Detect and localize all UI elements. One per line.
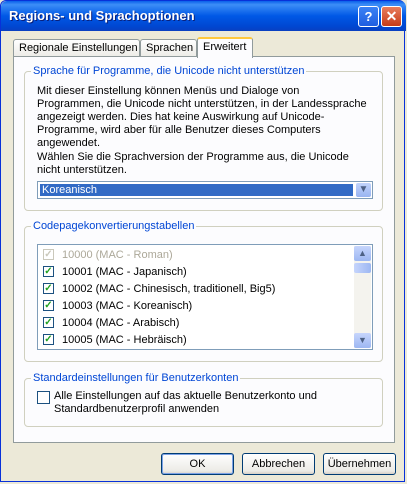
checkbox[interactable]: ✓ (43, 334, 54, 345)
list-scrollbar[interactable]: ▲ ▼ (354, 246, 371, 348)
scroll-up-icon[interactable]: ▲ (354, 246, 371, 261)
apply-defaults-checkbox[interactable] (37, 391, 50, 404)
list-item-label: 10004 (MAC - Arabisch) (62, 317, 180, 329)
scroll-thumb[interactable] (354, 263, 371, 273)
apply-defaults-label[interactable]: Alle Einstellungen auf das aktuelle Benu… (54, 390, 374, 416)
window-title: Regions- und Sprachoptionen (9, 8, 195, 23)
cancel-button[interactable]: Abbrechen (242, 453, 315, 475)
defaults-group-legend: Standardeinstellungen für Benutzerkonten (31, 372, 241, 384)
apply-button[interactable]: Übernehmen (323, 453, 396, 475)
checkbox-disabled: ✓ (43, 249, 54, 260)
list-item-label: 10001 (MAC - Japanisch) (62, 266, 187, 278)
chevron-down-icon[interactable]: ▼ (356, 183, 371, 197)
tab-advanced[interactable]: Erweitert (197, 37, 253, 58)
checkbox[interactable]: ✓ (43, 300, 54, 311)
list-item-label: 10002 (MAC - Chinesisch, traditionell, B… (62, 283, 276, 295)
checkbox[interactable]: ✓ (43, 266, 54, 277)
close-button[interactable]: ✕ (381, 6, 402, 27)
unicode-prompt: Wählen Sie die Sprachversion der Program… (37, 151, 349, 176)
ok-button[interactable]: OK (161, 453, 234, 475)
checkbox[interactable]: ✓ (43, 317, 54, 328)
list-item-label: 10005 (MAC - Hebräisch) (62, 334, 187, 346)
unicode-description: Mit dieser Einstellung können Menüs und … (37, 85, 367, 149)
tab-regional-settings[interactable]: Regionale Einstellungen (13, 39, 140, 57)
unicode-group-legend: Sprache für Programme, die Unicode nicht… (31, 65, 307, 77)
codepage-group-legend: Codepagekonvertierungstabellen (31, 220, 197, 232)
codepage-list[interactable]: ✓ 10000 (MAC - Roman) ✓ 10001 (MAC - Jap… (37, 244, 373, 350)
scroll-down-icon[interactable]: ▼ (354, 333, 371, 348)
list-item-label: 10003 (MAC - Koreanisch) (62, 300, 193, 312)
checkbox[interactable]: ✓ (43, 283, 54, 294)
help-button[interactable]: ? (358, 6, 379, 27)
language-select[interactable]: Koreanisch ▼ (37, 181, 373, 199)
title-bar[interactable]: Regions- und Sprachoptionen ? ✕ (1, 1, 406, 31)
language-select-value: Koreanisch (40, 184, 353, 196)
list-item-label: 10000 (MAC - Roman) (62, 249, 173, 261)
tab-languages[interactable]: Sprachen (140, 39, 197, 57)
